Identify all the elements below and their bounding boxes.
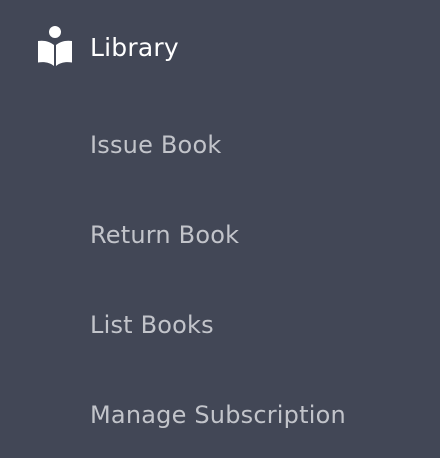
book-reader-icon	[38, 26, 72, 66]
menu-item-return-book[interactable]: Return Book	[90, 215, 239, 255]
menu-item-list-books[interactable]: List Books	[90, 305, 214, 345]
menu-item-manage-subscription[interactable]: Manage Subscription	[90, 395, 346, 435]
sidebar: Library Issue Book Return Book List Book…	[0, 0, 440, 458]
section-title: Library	[90, 32, 179, 62]
menu-item-issue-book[interactable]: Issue Book	[90, 125, 221, 165]
section-header-library[interactable]: Library	[38, 22, 179, 70]
